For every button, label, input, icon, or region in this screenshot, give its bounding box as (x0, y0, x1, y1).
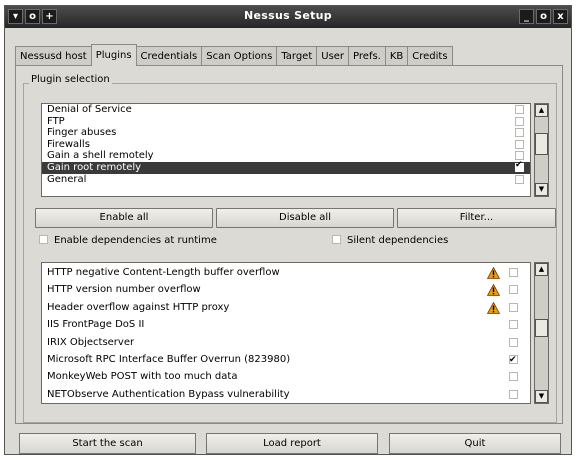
up-arrow-icon[interactable]: ▲ (535, 104, 548, 117)
plugin-family-label: Firewalls (47, 138, 90, 150)
silent-dependencies-label: Silent dependencies (347, 235, 449, 246)
silent-dependencies-option[interactable]: Silent dependencies (332, 235, 448, 246)
minimize-icon[interactable]: _ (519, 9, 534, 24)
plugin-family-label: Gain root remotely (47, 162, 142, 173)
plugin-family-label: Denial of Service (47, 104, 132, 115)
enable-dependencies-label: Enable dependencies at runtime (54, 235, 217, 246)
plugin-checkbox[interactable] (509, 285, 518, 295)
plugin-label: IIS FrontPage DoS II (47, 319, 145, 331)
up-arrow-icon[interactable]: ▲ (535, 263, 548, 276)
warning-triangle-icon (487, 284, 500, 297)
close-icon[interactable]: x (553, 9, 568, 24)
plugin-row[interactable]: Header overflow against HTTP proxy (42, 299, 530, 316)
plugin-list-scrollbar[interactable]: ▲ ▼ (534, 262, 549, 404)
plugin-family-checkbox[interactable] (515, 116, 524, 126)
nessus-setup-window: ▾ o + Nessus Setup _ o x Nessusd host Pl… (4, 5, 572, 455)
plugin-label: NETObserve Authentication Bypass vulnera… (47, 388, 290, 400)
filter-button[interactable]: Filter... (397, 208, 556, 228)
disable-all-button[interactable]: Disable all (216, 208, 394, 228)
plugin-row[interactable]: NETObserve Authentication Bypass vulnera… (42, 386, 530, 403)
plugin-family-label: Gain a shell remotely (47, 150, 154, 162)
plugin-checkbox[interactable] (509, 337, 518, 347)
plugin-family-checkbox[interactable] (515, 139, 524, 149)
plugin-family-row[interactable]: General (42, 174, 530, 186)
scroll-thumb[interactable] (535, 319, 548, 337)
plugin-family-label: General (47, 173, 87, 185)
plugin-family-checkbox[interactable] (515, 174, 524, 184)
plugin-row[interactable]: Microsoft RPC Interface Buffer Overrun (… (42, 351, 530, 369)
down-arrow-icon[interactable]: ▼ (535, 390, 548, 403)
plugin-row[interactable]: MonkeyWeb POST with too much data (42, 368, 530, 385)
tab-user[interactable]: User (316, 46, 350, 66)
tab-kb[interactable]: KB (384, 46, 409, 66)
tab-nessusd-host[interactable]: Nessusd host (15, 46, 92, 66)
plugin-checkbox[interactable] (509, 268, 518, 277)
plugin-label: Header overflow against HTTP proxy (47, 301, 230, 313)
maximize-icon[interactable]: o (536, 9, 551, 24)
plugin-family-checkbox[interactable] (515, 128, 524, 138)
warning-triangle-icon (487, 267, 500, 279)
start-scan-button[interactable]: Start the scan (19, 433, 196, 454)
plugin-row[interactable]: HTTP version number overflow (42, 281, 530, 298)
plugin-family-list[interactable]: Denial of Service FTP Finger abuses Firewal… (41, 103, 531, 197)
enable-dependencies-checkbox[interactable] (39, 235, 48, 244)
plugin-family-row[interactable]: Gain a shell remotely (42, 150, 530, 162)
titlebar: ▾ o + Nessus Setup _ o x (5, 6, 571, 28)
plugin-family-row[interactable]: Firewalls (42, 139, 530, 151)
down-arrow-icon[interactable]: ▼ (535, 183, 548, 196)
tab-prefs[interactable]: Prefs. (348, 46, 386, 66)
plugin-family-row[interactable]: FTP (42, 116, 530, 128)
plugin-checkbox[interactable] (509, 302, 518, 312)
tab-scan-options[interactable]: Scan Options (201, 46, 278, 66)
plugin-family-row[interactable]: Finger abuses (42, 127, 530, 139)
plugin-selection-title: Plugin selection (29, 74, 112, 85)
plugin-family-checkbox[interactable] (515, 160, 524, 172)
enable-all-button[interactable]: Enable all (35, 208, 213, 228)
plugin-family-checkbox[interactable] (515, 105, 524, 114)
plugin-checkbox[interactable] (509, 372, 518, 382)
plugin-family-label: FTP (47, 115, 65, 127)
plugin-checkbox[interactable] (509, 320, 518, 330)
load-report-button[interactable]: Load report (206, 433, 378, 454)
tab-target[interactable]: Target (276, 46, 318, 66)
plugins-panel: Plugin selection Denial of Service FTP Fin… (15, 65, 563, 424)
plugin-label: HTTP negative Content-Length buffer over… (47, 267, 280, 278)
plugin-checkbox[interactable] (509, 352, 518, 369)
scroll-thumb[interactable] (535, 133, 548, 155)
enable-dependencies-option[interactable]: Enable dependencies at runtime (39, 235, 217, 246)
plugin-family-row[interactable]: Gain root remotely (42, 160, 530, 174)
tab-credits[interactable]: Credits (407, 46, 453, 66)
plugin-checkbox[interactable] (509, 389, 518, 399)
plugin-row[interactable]: HTTP negative Content-Length buffer over… (42, 264, 530, 281)
plugin-label: MonkeyWeb POST with too much data (47, 371, 238, 383)
quit-button[interactable]: Quit (389, 433, 561, 454)
plugin-row[interactable]: IIS FrontPage DoS II (42, 316, 530, 333)
tab-credentials[interactable]: Credentials (135, 46, 203, 66)
plugin-family-row[interactable]: Denial of Service (42, 104, 530, 116)
plugin-label: HTTP version number overflow (47, 284, 201, 296)
plugin-label: Microsoft RPC Interface Buffer Overrun (… (47, 354, 291, 365)
silent-dependencies-checkbox[interactable] (332, 235, 341, 244)
tab-bar: Nessusd host Plugins Credentials Scan Op… (15, 44, 453, 66)
tab-plugins[interactable]: Plugins (90, 44, 137, 66)
warning-triangle-icon (487, 301, 500, 314)
family-list-scrollbar[interactable]: ▲ ▼ (534, 103, 549, 197)
plugin-family-label: Finger abuses (47, 127, 117, 139)
window-title: Nessus Setup (244, 9, 332, 22)
plugin-label: IRIX Objectserver (47, 336, 135, 348)
plugin-row[interactable]: IRIX Objectserver (42, 334, 530, 351)
plugin-list[interactable]: HTTP negative Content-Length buffer over… (41, 262, 531, 404)
